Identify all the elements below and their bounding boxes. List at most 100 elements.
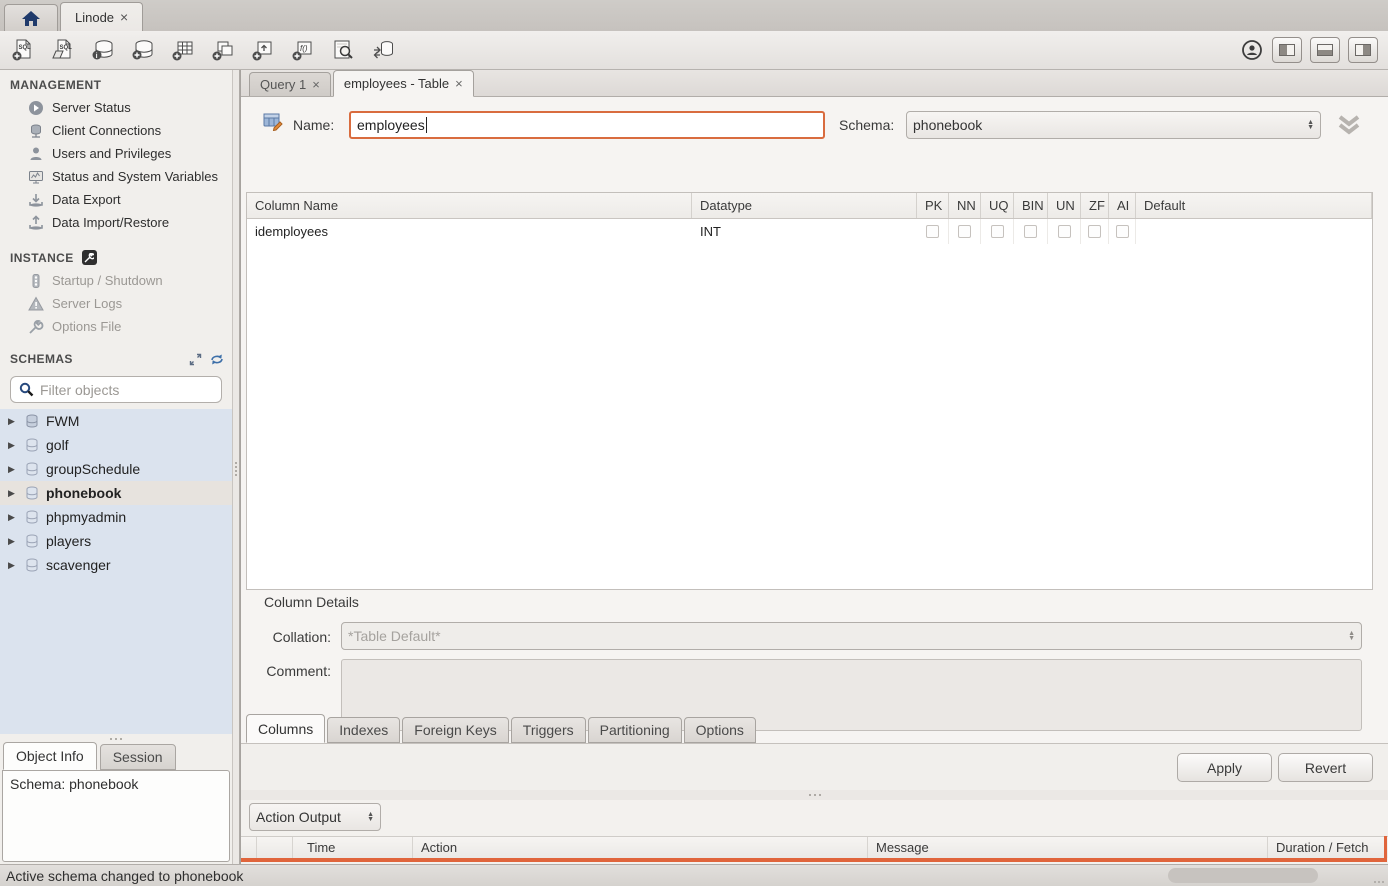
collation-select[interactable]: *Table Default* ▲▼: [341, 622, 1362, 650]
col-header-pk[interactable]: PK: [917, 193, 949, 218]
schema-row-golf[interactable]: ▶ golf: [0, 433, 232, 457]
schema-select[interactable]: phonebook ▲▼: [906, 111, 1321, 139]
sidebar-item-data-export[interactable]: Data Export: [0, 188, 232, 211]
tab-close-icon[interactable]: ×: [312, 77, 320, 92]
sidebar-item-label: Startup / Shutdown: [52, 273, 163, 288]
schema-filter-input[interactable]: Filter objects: [10, 376, 222, 403]
search-objects-icon[interactable]: [330, 38, 355, 63]
stepper-arrows-icon: ▲▼: [1340, 631, 1355, 641]
reconnect-database-icon[interactable]: [370, 38, 395, 63]
admin-account-icon[interactable]: [1239, 38, 1264, 63]
create-schema-icon[interactable]: [130, 38, 155, 63]
output-col-message[interactable]: Message: [868, 837, 1268, 858]
tab-partitioning[interactable]: Partitioning: [588, 717, 682, 743]
inspect-database-icon[interactable]: i: [90, 38, 115, 63]
schema-row-players[interactable]: ▶ players: [0, 529, 232, 553]
output-splitter[interactable]: [241, 790, 1388, 800]
expander-icon[interactable]: ▶: [8, 536, 18, 547]
expander-icon[interactable]: ▶: [8, 488, 18, 499]
col-header-ai[interactable]: AI: [1109, 193, 1136, 218]
output-col-time[interactable]: Time: [293, 837, 413, 858]
expander-icon[interactable]: ▶: [8, 560, 18, 571]
open-sql-script-icon[interactable]: SQL: [50, 38, 75, 63]
tab-foreign-keys[interactable]: Foreign Keys: [402, 717, 508, 743]
sidebar-splitter[interactable]: [232, 70, 240, 864]
col-header-un[interactable]: UN: [1048, 193, 1081, 218]
sidebar-item-server-logs[interactable]: Server Logs: [0, 292, 232, 315]
output-col-duration[interactable]: Duration / Fetch: [1268, 837, 1388, 858]
uq-checkbox[interactable]: [991, 225, 1004, 238]
expander-icon[interactable]: ▶: [8, 464, 18, 475]
tab-object-info[interactable]: Object Info: [3, 742, 97, 770]
tab-options[interactable]: Options: [684, 717, 756, 743]
resize-grip[interactable]: [1374, 881, 1384, 883]
create-function-icon[interactable]: f(): [290, 38, 315, 63]
table-name-input[interactable]: employees: [349, 111, 825, 139]
apply-button[interactable]: Apply: [1177, 753, 1272, 782]
cell-default[interactable]: [1136, 219, 1372, 244]
expander-icon[interactable]: ▶: [8, 440, 18, 451]
col-header-uq[interactable]: UQ: [981, 193, 1014, 218]
toggle-left-panel-button[interactable]: [1272, 37, 1302, 63]
col-header-zf[interactable]: ZF: [1081, 193, 1109, 218]
toggle-bottom-panel-button[interactable]: [1310, 37, 1340, 63]
management-title: MANAGEMENT: [10, 78, 101, 92]
sidebar-item-system-variables[interactable]: Status and System Variables: [0, 165, 232, 188]
expander-icon[interactable]: ▶: [8, 416, 18, 427]
new-query-tab-icon[interactable]: SQL: [10, 38, 35, 63]
nn-checkbox[interactable]: [958, 225, 971, 238]
un-checkbox[interactable]: [1058, 225, 1071, 238]
create-view-icon[interactable]: [210, 38, 235, 63]
object-info-splitter[interactable]: [0, 734, 232, 742]
output-col-action[interactable]: Action: [413, 837, 868, 858]
create-procedure-icon[interactable]: [250, 38, 275, 63]
output-selector[interactable]: Action Output ▲▼: [249, 803, 381, 831]
tab-session[interactable]: Session: [100, 744, 176, 770]
tab-close-icon[interactable]: ×: [455, 76, 463, 91]
schema-select-value: phonebook: [913, 117, 982, 133]
col-header-nn[interactable]: NN: [949, 193, 981, 218]
sidebar-item-users-privileges[interactable]: Users and Privileges: [0, 142, 232, 165]
schema-row-fwm[interactable]: ▶ FWM: [0, 409, 232, 433]
toggle-right-panel-button[interactable]: [1348, 37, 1378, 63]
home-tab[interactable]: [4, 4, 58, 31]
pk-checkbox[interactable]: [926, 225, 939, 238]
schema-row-groupschedule[interactable]: ▶ groupSchedule: [0, 457, 232, 481]
col-header-default[interactable]: Default: [1136, 193, 1372, 218]
sidebar-item-data-import[interactable]: Data Import/Restore: [0, 211, 232, 234]
create-table-icon[interactable]: [170, 38, 195, 63]
sidebar-item-server-status[interactable]: Server Status: [0, 96, 232, 119]
revert-button[interactable]: Revert: [1278, 753, 1373, 782]
tab-employees-table[interactable]: employees - Table ×: [333, 70, 474, 97]
bin-checkbox[interactable]: [1024, 225, 1037, 238]
cell-column-name[interactable]: idemployees: [247, 219, 692, 244]
options-file-icon: [28, 319, 44, 335]
client-connections-icon: [28, 123, 44, 139]
col-header-column-name[interactable]: Column Name: [247, 193, 692, 218]
main-toolbar: SQL SQL i f(): [0, 31, 1388, 70]
expander-icon[interactable]: ▶: [8, 512, 18, 523]
schema-row-phpmyadmin[interactable]: ▶ phpmyadmin: [0, 505, 232, 529]
col-header-bin[interactable]: BIN: [1014, 193, 1048, 218]
sidebar-item-startup-shutdown[interactable]: Startup / Shutdown: [0, 269, 232, 292]
schema-row-phonebook[interactable]: ▶ phonebook: [0, 481, 232, 505]
horizontal-scrollbar-thumb[interactable]: [1168, 868, 1318, 883]
table-row-idemployees[interactable]: idemployees INT: [247, 219, 1372, 244]
tab-indexes[interactable]: Indexes: [327, 717, 400, 743]
connection-tab-close-icon[interactable]: ×: [120, 10, 128, 24]
ai-checkbox[interactable]: [1116, 225, 1129, 238]
tab-triggers[interactable]: Triggers: [511, 717, 586, 743]
expand-schemas-icon[interactable]: [189, 353, 202, 366]
cell-datatype[interactable]: INT: [692, 219, 917, 244]
col-header-datatype[interactable]: Datatype: [692, 193, 917, 218]
instance-wrench-icon: [82, 250, 97, 265]
collapse-header-chevron-icon[interactable]: [1336, 114, 1362, 136]
connection-tab[interactable]: Linode ×: [60, 2, 143, 31]
tab-columns[interactable]: Columns: [246, 714, 325, 743]
refresh-schemas-icon[interactable]: [210, 353, 224, 366]
sidebar-item-client-connections[interactable]: Client Connections: [0, 119, 232, 142]
zf-checkbox[interactable]: [1088, 225, 1101, 238]
schema-row-scavenger[interactable]: ▶ scavenger: [0, 553, 232, 577]
tab-query-1[interactable]: Query 1 ×: [249, 72, 331, 96]
sidebar-item-options-file[interactable]: Options File: [0, 315, 232, 338]
